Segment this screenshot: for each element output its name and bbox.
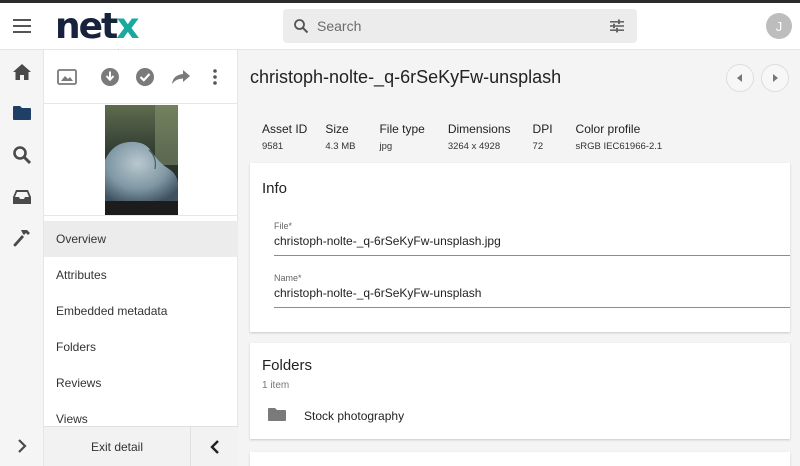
name-field-label: Name*: [274, 273, 302, 283]
property-value: 72: [532, 141, 544, 152]
property-label: Asset ID: [262, 122, 308, 136]
property-label: File type: [379, 122, 425, 136]
next-asset-button[interactable]: [761, 64, 789, 92]
property-size: Size 4.3 MB: [325, 122, 355, 152]
nav-item-label: Embedded metadata: [56, 304, 168, 318]
top-bar: netx J: [0, 0, 800, 50]
user-avatar[interactable]: J: [766, 13, 792, 39]
property-label: Dimensions: [447, 122, 511, 136]
search-bar[interactable]: [283, 9, 637, 43]
name-field[interactable]: Name* christoph-nolte-_q-6rSeKyFw-unspla…: [274, 267, 790, 308]
property-value: sRGB IEC61966-2.1: [575, 141, 663, 152]
nav-item-label: Views: [56, 412, 88, 426]
search-input[interactable]: [317, 16, 587, 36]
share-button[interactable]: [170, 66, 192, 88]
approve-button[interactable]: [134, 66, 156, 88]
previous-asset-button[interactable]: [726, 64, 754, 92]
preview-button[interactable]: [56, 66, 78, 88]
search-nav-button[interactable]: [8, 141, 36, 169]
property-asset-id: Asset ID 9581: [262, 122, 307, 152]
property-value: 3264 x 4928: [447, 141, 501, 152]
asset-title: christoph-nolte-_q-6rSeKyFw-unsplash: [250, 67, 562, 87]
download-button[interactable]: [99, 66, 121, 88]
asset-properties: Asset ID 9581 Size 4.3 MB File type jpg Dim…: [262, 122, 680, 152]
folders-button[interactable]: [8, 99, 36, 127]
info-card-title: Info: [262, 180, 288, 197]
hammer-icon: [13, 230, 30, 247]
search-icon: [13, 146, 32, 165]
folder-icon: [13, 106, 31, 120]
nav-item-label: Folders: [56, 340, 97, 354]
thumbnail-image: [105, 105, 178, 215]
more-button[interactable]: [204, 66, 226, 88]
property-value: jpg: [379, 141, 393, 152]
nav-item-folders[interactable]: Folders: [44, 329, 238, 365]
nav-item-embedded-metadata[interactable]: Embedded metadata: [44, 293, 238, 329]
file-field[interactable]: File* christoph-nolte-_q-6rSeKyFw-unspla…: [274, 215, 790, 256]
chevron-right-icon: [18, 439, 27, 453]
next-section-card: [250, 452, 790, 466]
property-color-profile: Color profile sRGB IEC61966-2.1: [576, 122, 663, 152]
folder-list-item[interactable]: Stock photography: [250, 399, 790, 433]
triangle-left-icon: [737, 74, 742, 82]
check-circle-icon: [136, 68, 154, 86]
property-label: Color profile: [575, 122, 641, 136]
file-field-value: christoph-nolte-_q-6rSeKyFw-unsplash.jpg: [274, 234, 501, 248]
triangle-right-icon: [773, 74, 778, 82]
inbox-button[interactable]: [8, 183, 36, 211]
property-file-type: File type jpg: [379, 122, 424, 152]
name-field-value: christoph-nolte-_q-6rSeKyFw-unsplash: [274, 286, 482, 300]
property-value: 4.3 MB: [325, 141, 356, 152]
panel-divider: [44, 215, 238, 216]
inbox-icon: [13, 190, 31, 204]
nav-item-attributes[interactable]: Attributes: [44, 257, 238, 293]
collapse-panel-button[interactable]: [190, 427, 238, 466]
property-dimensions: Dimensions 3264 x 4928: [448, 122, 511, 152]
nav-item-label: Attributes: [56, 268, 107, 282]
download-icon: [101, 68, 119, 86]
property-label: Size: [325, 122, 349, 136]
tools-button[interactable]: [8, 224, 36, 252]
exit-detail-button[interactable]: Exit detail: [44, 427, 190, 466]
folders-card: Folders 1 item Stock photography: [250, 343, 790, 439]
more-vertical-icon: [213, 69, 217, 85]
menu-icon: [13, 19, 31, 33]
chevron-left-icon: [209, 440, 219, 454]
folder-name: Stock photography: [304, 409, 405, 423]
main-content: christoph-nolte-_q-6rSeKyFw-unsplash Ass…: [238, 50, 800, 466]
detail-nav: Overview Attributes Embedded metadata Fo…: [44, 221, 238, 437]
folders-card-title: Folders: [262, 357, 313, 374]
search-icon: [294, 19, 309, 34]
window-edge: [0, 0, 800, 3]
panel-footer: Exit detail: [44, 426, 238, 466]
property-value: 9581: [262, 141, 284, 152]
folders-count: 1 item: [262, 380, 290, 391]
nav-item-label: Reviews: [56, 376, 102, 390]
nav-item-label: Overview: [56, 232, 107, 246]
nav-item-overview[interactable]: Overview: [44, 221, 238, 257]
home-button[interactable]: [8, 58, 36, 86]
property-label: DPI: [532, 122, 553, 136]
netx-logo[interactable]: netx: [55, 6, 140, 47]
left-rail: [0, 50, 44, 466]
property-dpi: DPI 72: [533, 122, 553, 152]
logo-text: net: [55, 6, 118, 47]
expand-rail-button[interactable]: [8, 432, 36, 460]
menu-button[interactable]: [8, 12, 36, 40]
filter-sliders-icon[interactable]: [609, 18, 625, 34]
folder-icon: [268, 408, 286, 421]
nav-item-reviews[interactable]: Reviews: [44, 365, 238, 401]
asset-toolbar: [44, 50, 238, 104]
image-icon: [57, 69, 77, 85]
home-icon: [13, 64, 31, 80]
file-field-label: File*: [274, 221, 293, 231]
asset-thumbnail[interactable]: [105, 105, 178, 215]
detail-panel: Overview Attributes Embedded metadata Fo…: [44, 50, 238, 466]
share-icon: [172, 70, 190, 84]
info-card: Info File* christoph-nolte-_q-6rSeKyFw-u…: [250, 163, 790, 332]
logo-accent: x: [116, 6, 139, 47]
